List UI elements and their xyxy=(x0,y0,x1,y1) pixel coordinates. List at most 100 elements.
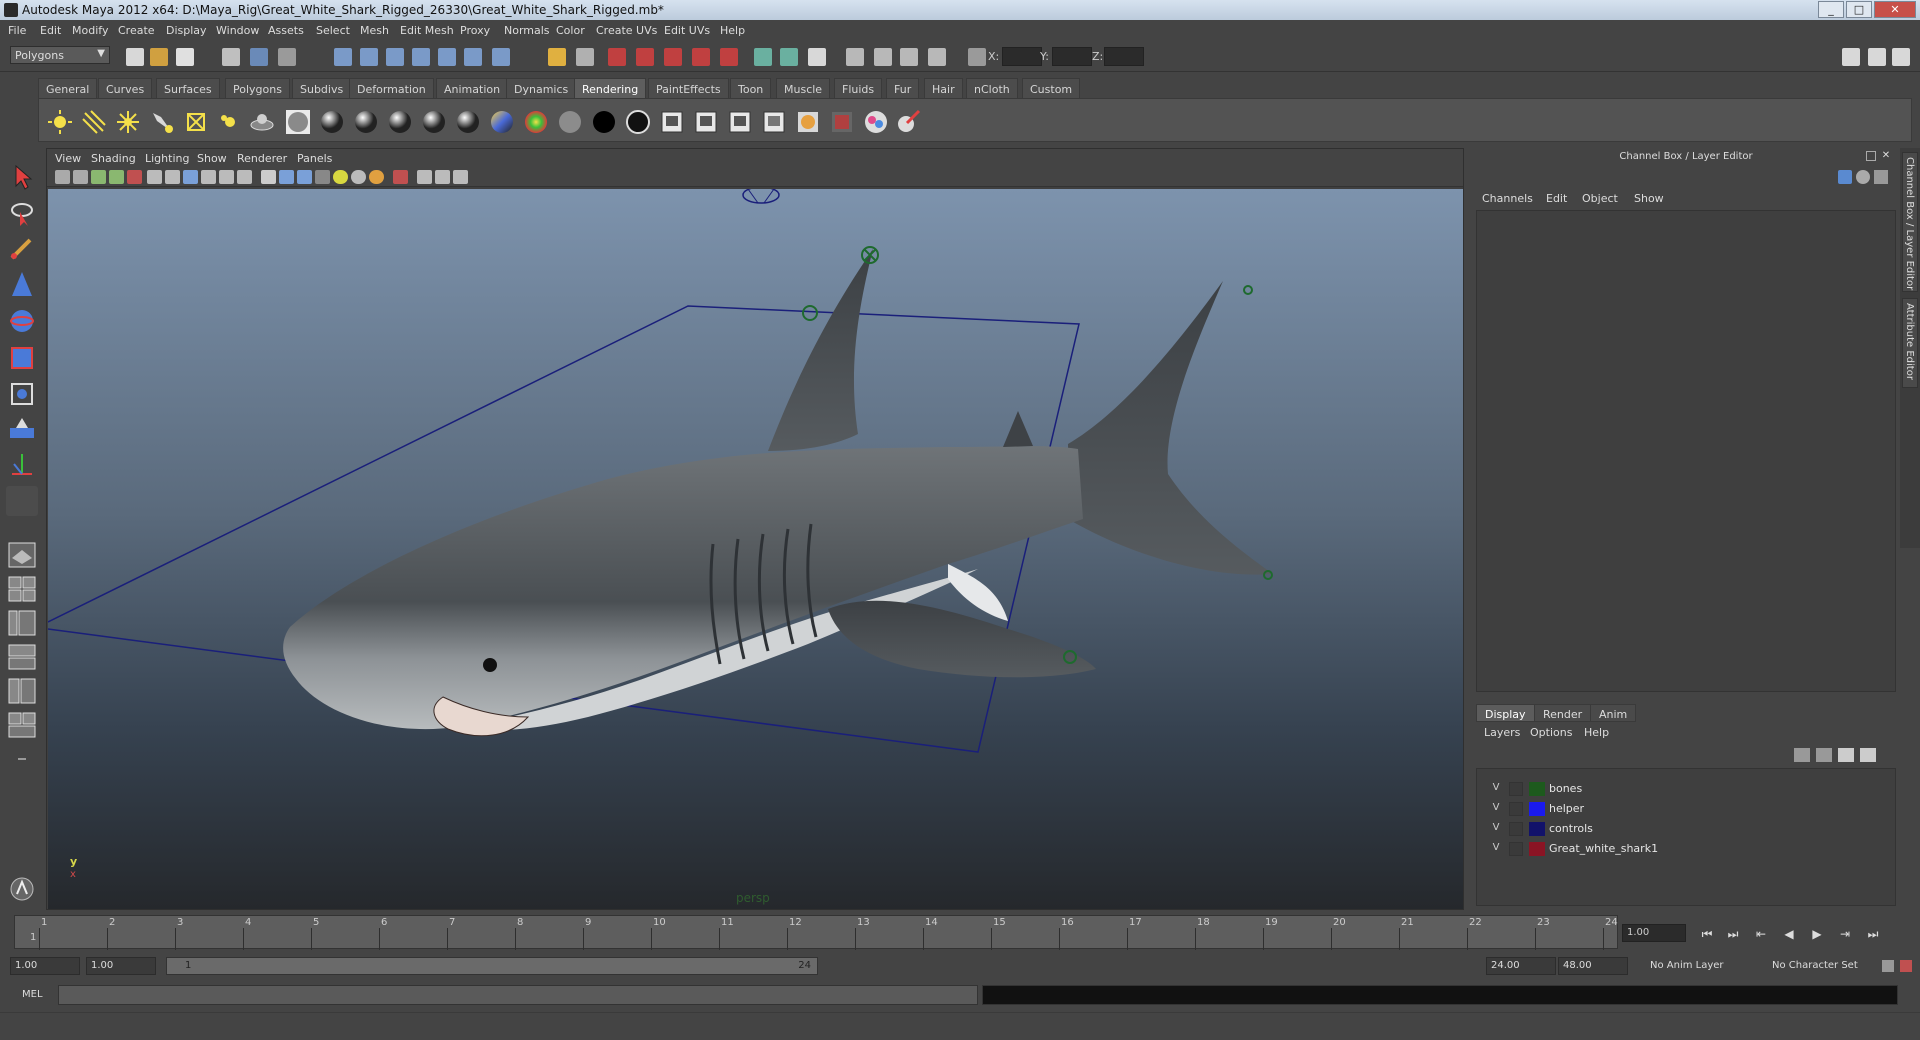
tab-anim-layers[interactable]: Anim xyxy=(1590,704,1637,722)
vp-menu-show[interactable]: Show xyxy=(197,152,227,165)
wireframe-on-shaded-icon[interactable] xyxy=(297,170,312,184)
tab-hair[interactable]: Hair xyxy=(924,78,963,98)
menu-modify[interactable]: Modify xyxy=(72,24,108,37)
ibl-icon[interactable] xyxy=(249,109,275,135)
snap-point-icon[interactable] xyxy=(386,48,404,66)
use-background-icon[interactable] xyxy=(557,109,583,135)
menu-color[interactable]: Color xyxy=(556,24,585,37)
history-icon[interactable] xyxy=(464,48,482,66)
start-time-field[interactable]: 1.00 xyxy=(10,957,80,975)
menu-window[interactable]: Window xyxy=(216,24,259,37)
panel-float-icon[interactable] xyxy=(1866,151,1876,161)
batch-render-icon[interactable] xyxy=(761,109,787,135)
side-tab-attribute-editor[interactable]: Attribute Editor xyxy=(1902,298,1918,388)
layer-color-swatch[interactable] xyxy=(1529,842,1545,856)
ramp-shader-icon[interactable] xyxy=(489,109,515,135)
black-shader-icon[interactable] xyxy=(591,109,617,135)
menu-assets[interactable]: Assets xyxy=(268,24,304,37)
anim-layer-selector[interactable]: No Anim Layer xyxy=(1650,960,1724,971)
film-gate-icon[interactable] xyxy=(165,170,180,184)
tab-general[interactable]: General xyxy=(38,78,98,98)
cb-menu-object[interactable]: Object xyxy=(1582,192,1618,205)
vp-menu-renderer[interactable]: Renderer xyxy=(237,152,287,165)
minimize-button[interactable]: _ xyxy=(1818,1,1844,18)
select-tool-icon[interactable] xyxy=(6,162,38,192)
shadow-matte-icon[interactable] xyxy=(625,109,651,135)
tool-settings-toggle-icon[interactable] xyxy=(780,48,798,66)
rotate-tool-icon[interactable] xyxy=(6,306,38,336)
soft-mod-tool-icon[interactable] xyxy=(6,414,38,444)
snap-plane-icon[interactable] xyxy=(412,48,430,66)
layer-color-swatch[interactable] xyxy=(1529,822,1545,836)
new-layer-from-selection-icon[interactable] xyxy=(1860,748,1876,762)
make-live-icon[interactable] xyxy=(438,48,456,66)
graph-editor-icon[interactable] xyxy=(874,48,892,66)
vp-menu-view[interactable]: View xyxy=(55,152,81,165)
use-all-lights-icon[interactable] xyxy=(333,170,348,184)
save-scene-icon[interactable] xyxy=(176,48,194,66)
menu-select[interactable]: Select xyxy=(316,24,350,37)
layer-menu-layers[interactable]: Layers xyxy=(1484,726,1520,739)
vp-menu-shading[interactable]: Shading xyxy=(91,152,136,165)
image-plane-icon[interactable] xyxy=(109,170,124,184)
bookmarks-icon[interactable] xyxy=(91,170,106,184)
layout-tool-icon[interactable] xyxy=(1892,48,1910,66)
move-layer-down-icon[interactable] xyxy=(1816,748,1832,762)
toolbox-collapse-icon[interactable] xyxy=(6,744,38,774)
menu-edit-uvs[interactable]: Edit UVs xyxy=(664,24,710,37)
paint-shading-icon[interactable] xyxy=(895,109,921,135)
trax-editor-icon[interactable] xyxy=(928,48,946,66)
smooth-shade-icon[interactable] xyxy=(279,170,294,184)
key-icon[interactable] xyxy=(1838,170,1852,184)
cb-menu-show[interactable]: Show xyxy=(1634,192,1664,205)
two-d-pan-icon[interactable] xyxy=(127,170,142,184)
isolate-select-icon[interactable] xyxy=(393,170,408,184)
surface-shader-icon[interactable] xyxy=(523,109,549,135)
show-manipulator-icon[interactable] xyxy=(6,450,38,480)
step-forward-frame-button[interactable]: ⇥ xyxy=(1836,926,1854,942)
layout-toggle-icon[interactable] xyxy=(1842,48,1860,66)
render-view-icon[interactable] xyxy=(659,109,685,135)
layer-row-great-white-shark1[interactable]: V Great_white_shark1 xyxy=(1477,839,1895,859)
time-slider-track[interactable]: 1 2 3 4 5 6 7 8 9 10 11 12 13 14 15 16 17 18 19 20 21 22 23 24 xyxy=(14,915,1618,950)
visibility-toggle[interactable]: V xyxy=(1489,842,1503,856)
playback-start-field[interactable]: 1.00 xyxy=(86,957,156,975)
camera-attributes-icon[interactable] xyxy=(73,170,88,184)
anisotropic-shader-icon[interactable] xyxy=(421,109,447,135)
layer-menu-options[interactable]: Options xyxy=(1530,726,1572,739)
maximize-button[interactable]: □ xyxy=(1846,1,1872,18)
display-type-toggle[interactable] xyxy=(1509,842,1523,856)
auto-key-icon[interactable] xyxy=(1882,960,1894,972)
pin-icon[interactable] xyxy=(1874,170,1888,184)
ipr-render-icon[interactable] xyxy=(727,109,753,135)
render-current-icon[interactable] xyxy=(693,109,719,135)
shark-model[interactable] xyxy=(283,246,1273,737)
universal-manipulator-icon[interactable] xyxy=(6,378,38,408)
blinn-shader-icon[interactable] xyxy=(319,109,345,135)
menu-file[interactable]: File xyxy=(8,24,26,37)
phong-shader-icon[interactable] xyxy=(353,109,379,135)
z-field[interactable] xyxy=(1104,47,1144,66)
grid-icon[interactable] xyxy=(147,170,162,184)
snap-grid-icon[interactable] xyxy=(334,48,352,66)
backface-culling-icon[interactable] xyxy=(453,170,468,184)
step-back-frame-button[interactable]: ⇤ xyxy=(1752,926,1770,942)
layer-row-bones[interactable]: V bones xyxy=(1477,779,1895,799)
play-forward-button[interactable]: ▶ xyxy=(1808,926,1826,942)
menu-normals[interactable]: Normals xyxy=(504,24,550,37)
render-settings-icon[interactable] xyxy=(664,48,682,66)
menu-help[interactable]: Help xyxy=(720,24,745,37)
persp-outliner-layout-icon[interactable] xyxy=(6,608,38,638)
persp-graph-layout-icon[interactable] xyxy=(6,642,38,672)
menu-create-uvs[interactable]: Create UVs xyxy=(596,24,657,37)
wireframe-icon[interactable] xyxy=(261,170,276,184)
mental-ray-icon[interactable] xyxy=(863,109,889,135)
move-layer-up-icon[interactable] xyxy=(1794,748,1810,762)
lock-icon[interactable] xyxy=(548,48,566,66)
area-light-icon[interactable] xyxy=(183,109,209,135)
select-object-icon[interactable] xyxy=(250,48,268,66)
attribute-editor-toggle-icon[interactable] xyxy=(754,48,772,66)
play-backward-button[interactable]: ◀ xyxy=(1780,926,1798,942)
render-settings-icon[interactable] xyxy=(829,109,855,135)
select-camera-icon[interactable] xyxy=(55,170,70,184)
